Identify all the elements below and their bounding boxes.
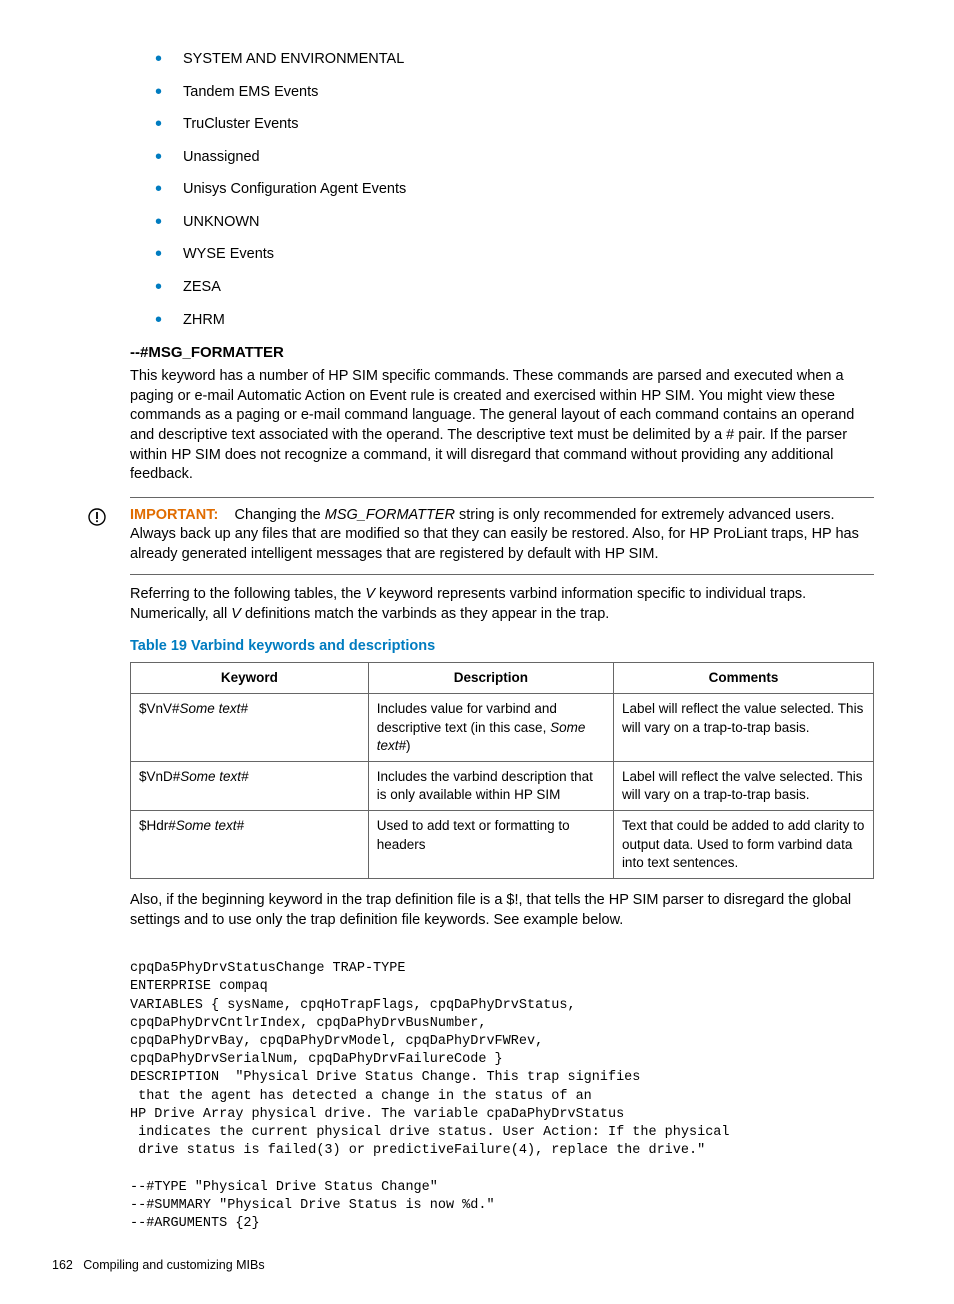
table-caption: Table 19 Varbind keywords and descriptio… [130,637,874,657]
table-row: $VnD#Some text# Includes the varbind des… [131,761,874,810]
th-comments: Comments [613,663,873,694]
referring-paragraph: Referring to the following tables, the V… [130,585,874,624]
footer-title: Compiling and customizing MIBs [83,1258,264,1272]
list-item: ZHRM [155,311,874,331]
after-table-paragraph: Also, if the beginning keyword in the tr… [130,891,874,930]
important-text-pre: Changing the [234,507,324,523]
table-header-row: Keyword Description Comments [131,663,874,694]
important-callout: IMPORTANT: Changing the MSG_FORMATTER st… [130,497,874,576]
th-keyword: Keyword [131,663,369,694]
list-item: Tandem EMS Events [155,83,874,103]
list-item: Unisys Configuration Agent Events [155,180,874,200]
th-description: Description [368,663,613,694]
important-label: IMPORTANT: [130,507,218,523]
msg-formatter-heading: --#MSG_FORMATTER [130,343,874,363]
important-term: MSG_FORMATTER [325,507,455,523]
table-row: $VnV#Some text# Includes value for varbi… [131,694,874,762]
list-item: TruCluster Events [155,115,874,135]
example-code-block: cpqDa5PhyDrvStatusChange TRAP-TYPE ENTER… [130,960,874,1233]
event-type-list: SYSTEM AND ENVIRONMENTAL Tandem EMS Even… [80,50,874,330]
msg-formatter-intro: This keyword has a number of HP SIM spec… [130,367,874,484]
important-icon [88,508,106,533]
list-item: SYSTEM AND ENVIRONMENTAL [155,50,874,70]
table-row: $Hdr#Some text# Used to add text or form… [131,811,874,879]
list-item: UNKNOWN [155,213,874,233]
list-item: WYSE Events [155,245,874,265]
page-number: 162 [52,1258,73,1272]
page-footer: 162 Compiling and customizing MIBs [52,1257,874,1274]
varbind-table: Keyword Description Comments $VnV#Some t… [130,662,874,879]
list-item: ZESA [155,278,874,298]
list-item: Unassigned [155,148,874,168]
